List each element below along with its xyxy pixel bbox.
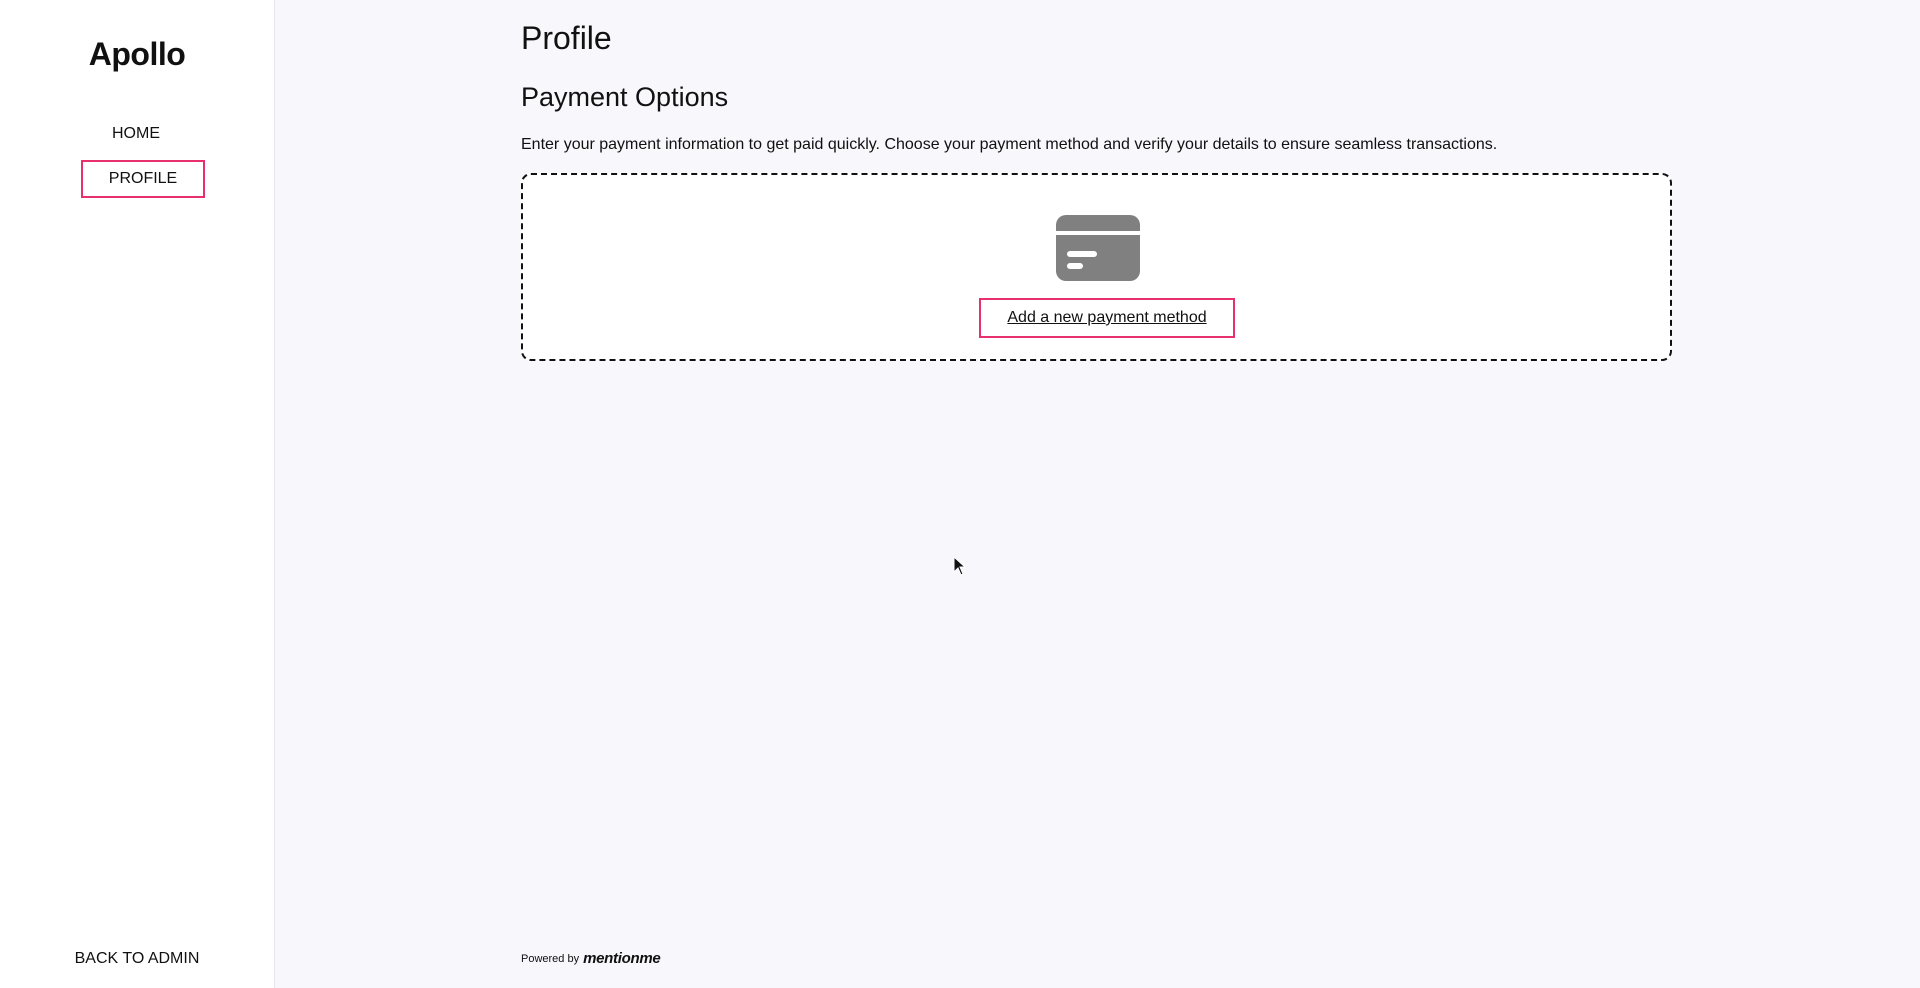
add-payment-method-button[interactable]: Add a new payment method [979, 298, 1235, 338]
back-to-admin-link[interactable]: BACK TO ADMIN [0, 950, 274, 968]
nav-item-home[interactable]: HOME [74, 115, 198, 153]
sidebar: Apollo HOME PROFILE BACK TO ADMIN [0, 0, 275, 988]
page-title: Profile [521, 20, 612, 56]
mentionme-logo[interactable]: mentionme [583, 950, 661, 967]
section-title: Payment Options [521, 82, 729, 112]
app-root: Apollo HOME PROFILE BACK TO ADMIN Profil… [0, 0, 1920, 988]
main-content: Profile Payment Options Enter your payme… [521, 0, 1672, 988]
payment-description: Enter your payment information to get pa… [521, 136, 1498, 153]
brand-logo: Apollo [88, 36, 186, 72]
mouse-cursor-icon [953, 556, 967, 576]
nav-item-profile[interactable]: PROFILE [81, 160, 205, 198]
powered-by-label: Powered by [521, 952, 580, 965]
credit-card-icon [1056, 215, 1140, 281]
payment-options-box: Add a new payment method [521, 173, 1672, 361]
footer: Powered by mentionme [521, 950, 661, 967]
